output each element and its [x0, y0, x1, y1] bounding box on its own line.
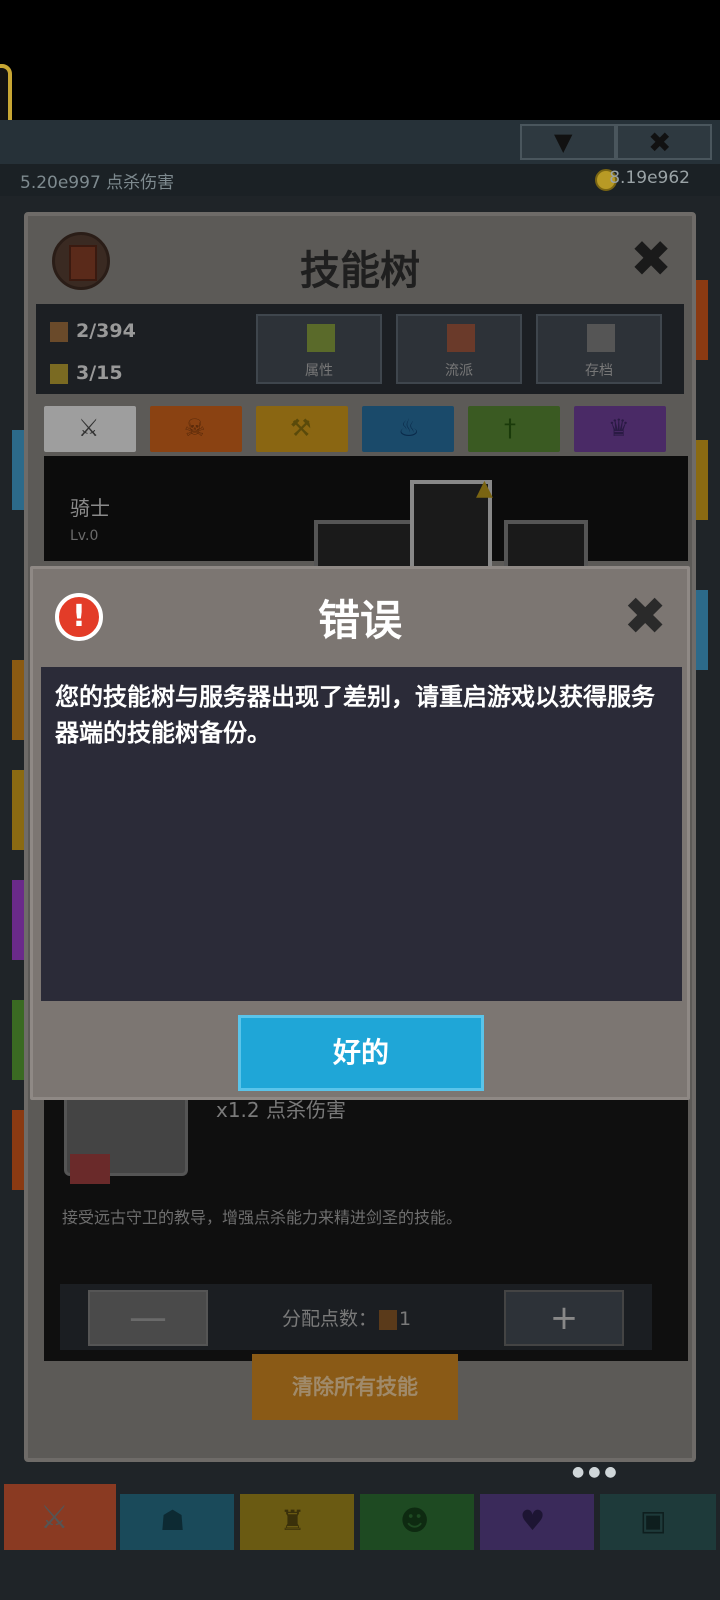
- tree-node[interactable]: [314, 520, 414, 570]
- book-icon: [70, 1154, 110, 1184]
- tab-dagger[interactable]: †: [468, 406, 560, 452]
- allocation-label: 分配点数： 1: [282, 1308, 412, 1330]
- dialog-body: 您的技能树与服务器出现了差别，请重启游戏以获得服务器端的技能树备份。: [41, 667, 682, 1001]
- skill-point-icon: [379, 1309, 398, 1330]
- axe-icon: ⚒: [290, 414, 312, 442]
- side-strip: [696, 280, 708, 360]
- dropdown-tab[interactable]: ▼: [520, 124, 616, 160]
- close-icon: ✖: [648, 126, 672, 159]
- skill-tree-area: 骑士 Lv.0 ▲: [44, 456, 688, 570]
- tab-demon[interactable]: ☠: [150, 406, 242, 452]
- class-tabs: ⚔ ☠ ⚒ ♨ † ♛: [44, 406, 684, 452]
- class-name: 骑士: [70, 496, 110, 520]
- side-strip: [696, 590, 708, 670]
- side-strip: [696, 440, 708, 520]
- side-strip: [12, 1000, 24, 1080]
- nav-tab-shop[interactable]: ▣: [600, 1494, 716, 1550]
- skill-points-stat: 2/394: [50, 320, 136, 342]
- dialog-close-button[interactable]: ✖: [623, 591, 667, 643]
- heart-icon: ♥: [520, 1504, 546, 1537]
- sword-icon: ⚔: [78, 414, 100, 442]
- tab-crown[interactable]: ♛: [574, 406, 666, 452]
- fire-icon: ♨: [398, 414, 420, 442]
- pagination-dots: ●●●: [572, 1464, 621, 1480]
- close-tab[interactable]: ✖: [616, 124, 712, 160]
- dialog-message: 您的技能树与服务器出现了差别，请重启游戏以获得服务器端的技能树备份。: [55, 683, 655, 747]
- demon-head-icon: ☻: [400, 1504, 430, 1537]
- attribute-chart-icon: [307, 324, 335, 352]
- armor-icon: ♜: [280, 1504, 306, 1537]
- tree-node[interactable]: [504, 520, 588, 570]
- top-icon-strip: ▼ ✖: [0, 120, 720, 164]
- gold-stat: 8.19e962: [609, 168, 690, 188]
- nav-tab-sword[interactable]: ⚔: [4, 1484, 116, 1550]
- side-strip: [12, 770, 24, 850]
- class-level: Lv.0: [70, 528, 99, 544]
- chest-icon: ▣: [640, 1504, 667, 1537]
- sword-nav-icon: ⚔: [40, 1498, 69, 1536]
- level-points-stat: 3/15: [50, 362, 123, 384]
- tab-axe[interactable]: ⚒: [256, 406, 348, 452]
- ok-button[interactable]: 好的: [238, 1015, 484, 1091]
- demon-icon: ☠: [184, 414, 206, 442]
- side-strip: [12, 1110, 24, 1190]
- upgrade-arrow-icon: ▲: [476, 476, 493, 501]
- tab-sword[interactable]: ⚔: [44, 406, 136, 452]
- error-dialog: ! 错误 ✖ 您的技能树与服务器出现了差别，请重启游戏以获得服务器端的技能树备份…: [30, 566, 690, 1100]
- dagger-icon: †: [504, 414, 516, 442]
- skill-detail-area: x1.2 点杀伤害 接受远古守卫的教导，增强点杀能力来精进剑圣的技能。 — 分配…: [44, 1076, 688, 1361]
- panel-header: 技能树 ✖: [28, 216, 692, 304]
- nav-tab-pets[interactable]: ☻: [360, 1494, 474, 1550]
- viking-helmet-icon: ☗: [160, 1504, 186, 1537]
- side-strip: [12, 430, 24, 510]
- panel-title: 技能树: [300, 248, 420, 294]
- school-button[interactable]: 流派: [396, 314, 522, 384]
- side-strip: [12, 660, 24, 740]
- school-color-icon: [447, 324, 475, 352]
- decrease-button[interactable]: —: [88, 1290, 208, 1346]
- side-strip: [12, 880, 24, 960]
- nav-tab-hero[interactable]: ☗: [120, 1494, 234, 1550]
- allocation-row: — 分配点数： 1 +: [60, 1284, 652, 1350]
- skill-point-icon: [50, 321, 68, 342]
- increase-button[interactable]: +: [504, 1290, 624, 1346]
- bottom-nav: ⚔ ☗ ♜ ☻ ♥ ▣: [0, 1484, 720, 1600]
- panel-close-button[interactable]: ✖: [630, 234, 672, 284]
- nav-tab-equipment[interactable]: ♜: [240, 1494, 354, 1550]
- dialog-title: 错误: [317, 596, 402, 645]
- crown-icon: ♛: [608, 414, 630, 442]
- attribute-button[interactable]: 属性: [256, 314, 382, 384]
- tab-fire[interactable]: ♨: [362, 406, 454, 452]
- stats-row: 2/394 3/15 属性 流派 存档: [36, 304, 684, 394]
- triangle-down-icon: ▼: [554, 128, 573, 156]
- skill-description: 接受远古守卫的教导，增强点杀能力来精进剑圣的技能。: [62, 1208, 463, 1227]
- save-button[interactable]: 存档: [536, 314, 662, 384]
- clear-all-skills-button[interactable]: 清除所有技能: [252, 1354, 458, 1420]
- tap-damage-stat: 5.20e997 点杀伤害: [20, 173, 175, 193]
- nav-tab-clan[interactable]: ♥: [480, 1494, 594, 1550]
- shield-icon: [50, 363, 68, 384]
- save-tree-icon: [587, 324, 615, 352]
